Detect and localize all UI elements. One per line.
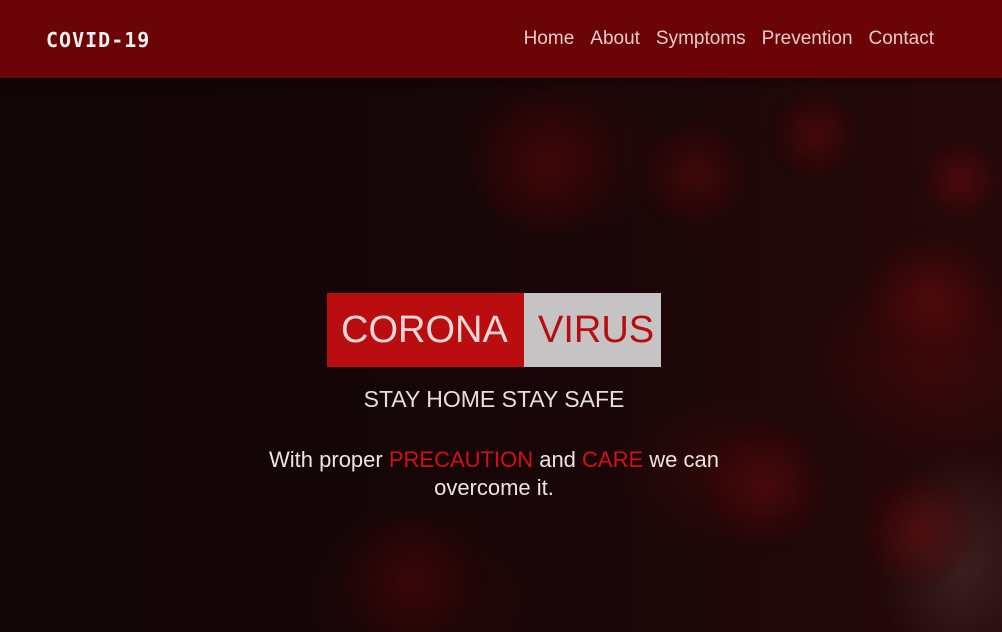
nav-links: Home About Symptoms Prevention Contact bbox=[524, 28, 934, 50]
hero-message-care: CARE bbox=[582, 447, 644, 472]
hero-message-middle: and bbox=[533, 447, 583, 472]
hero-title-virus: VIRUS bbox=[524, 293, 661, 367]
nav-link-symptoms[interactable]: Symptoms bbox=[656, 28, 746, 50]
nav-link-prevention[interactable]: Prevention bbox=[762, 28, 853, 50]
nav-link-contact[interactable]: Contact bbox=[869, 28, 934, 50]
hero-message-prefix: With proper bbox=[269, 447, 389, 472]
brand-logo[interactable]: COVID-19 bbox=[46, 28, 150, 52]
hero-title: CORONA VIRUS bbox=[327, 293, 661, 367]
navbar: COVID-19 Home About Symptoms Prevention … bbox=[0, 0, 1002, 78]
hero-message-precaution: PRECAUTION bbox=[388, 447, 534, 472]
hero-tagline: STAY HOME STAY SAFE bbox=[363, 386, 625, 412]
hero-message: With proper PRECAUTION and CARE we can o… bbox=[250, 446, 738, 502]
page: COVID-19 Home About Symptoms Prevention … bbox=[0, 0, 1002, 632]
nav-link-home[interactable]: Home bbox=[524, 28, 575, 50]
nav-link-about[interactable]: About bbox=[590, 28, 640, 50]
hero-title-corona: CORONA bbox=[327, 293, 524, 367]
